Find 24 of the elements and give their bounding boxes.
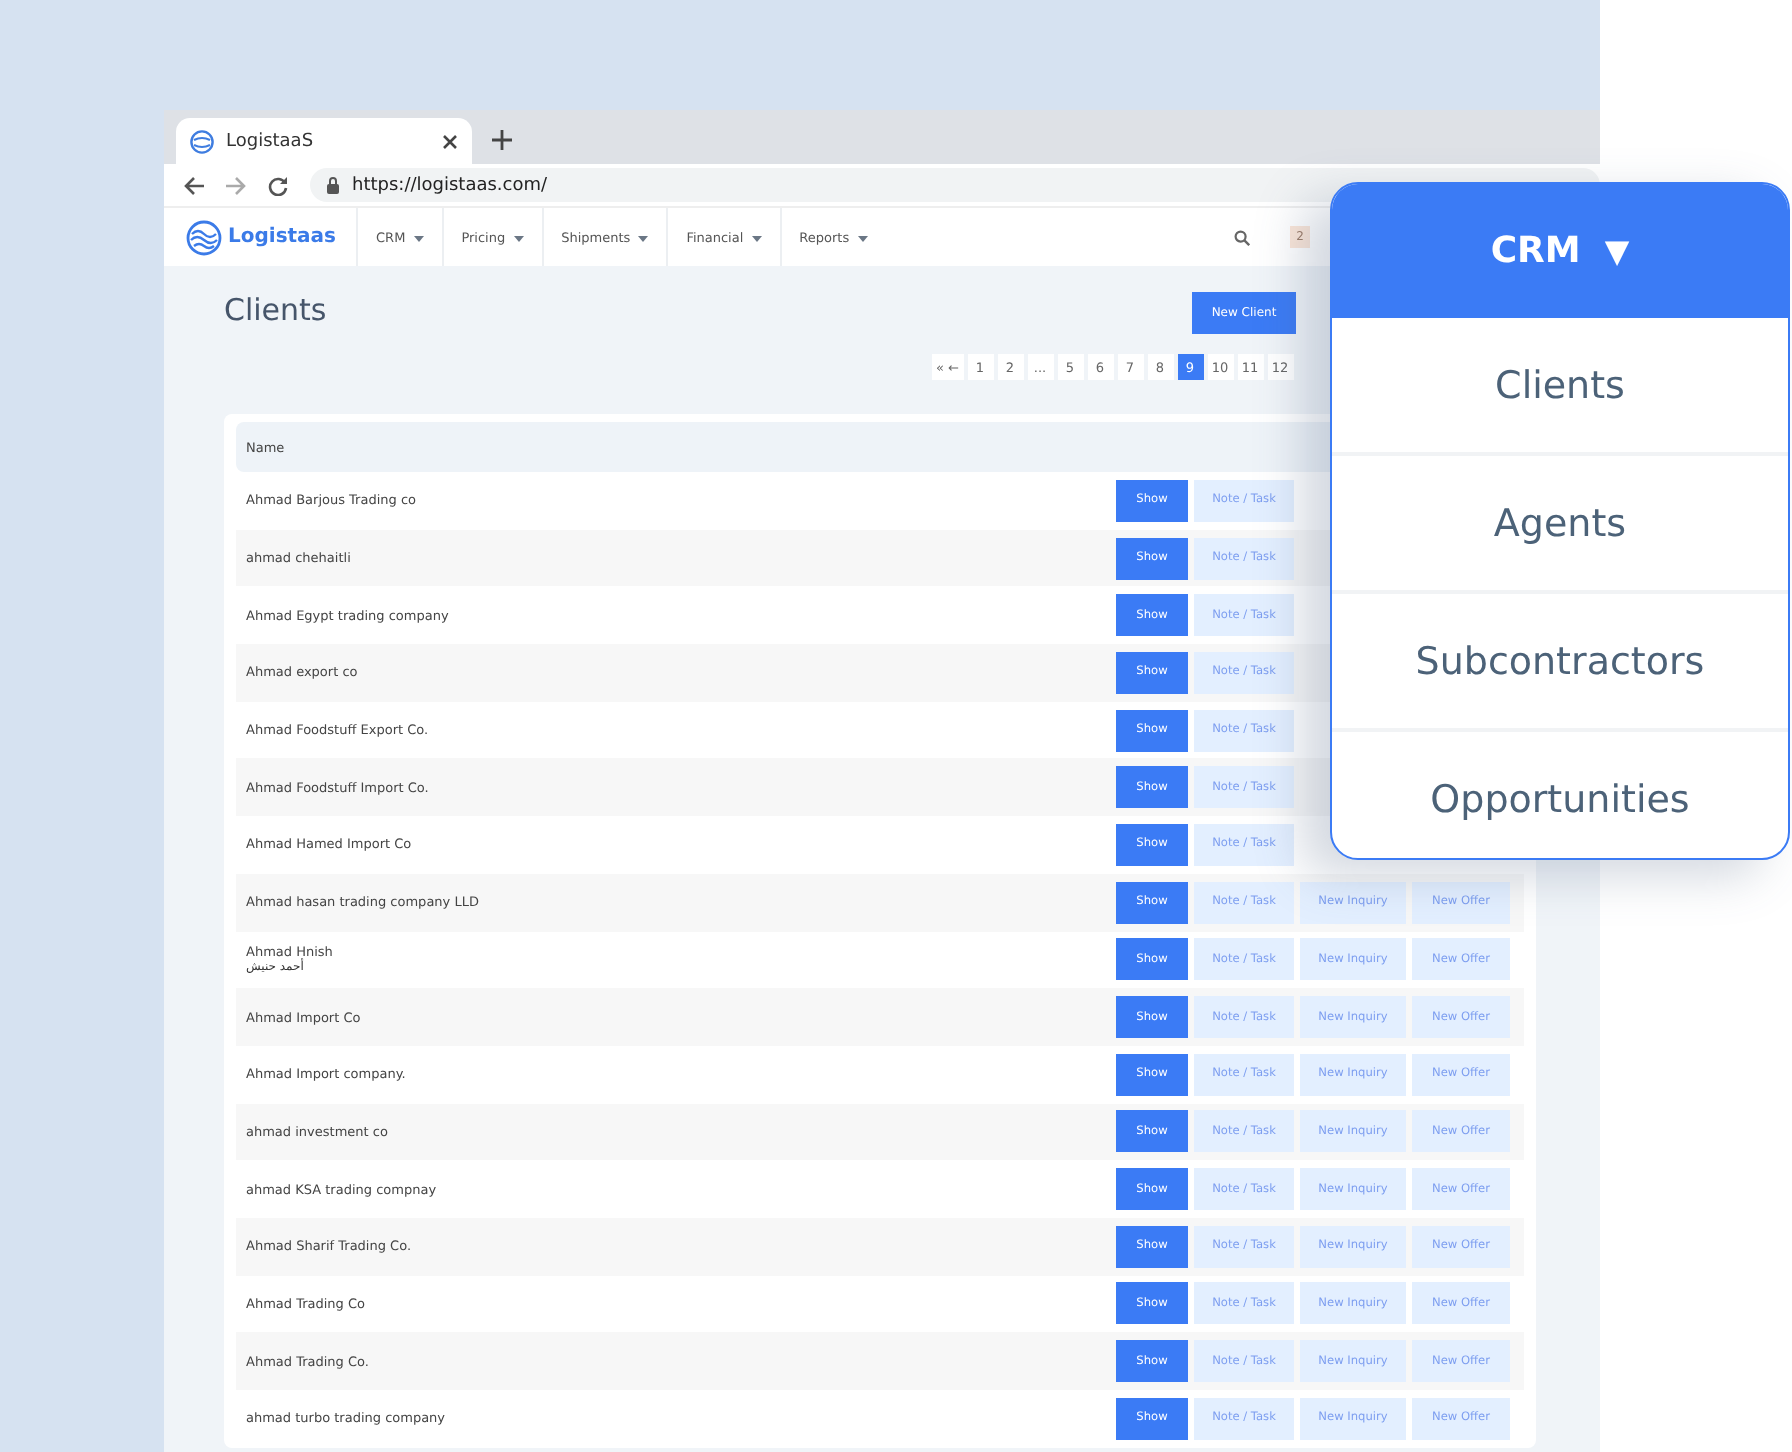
page-title: Clients: [224, 292, 327, 328]
menu-item[interactable]: Clients: [1332, 318, 1788, 456]
caret-icon: ▼: [1604, 232, 1630, 270]
brand-name: Logistaas: [228, 226, 337, 248]
url-text: https://logistaas.com/: [352, 175, 548, 195]
logo-icon: [186, 219, 222, 255]
caret-icon: [413, 233, 424, 241]
plus-icon[interactable]: [492, 130, 512, 150]
caret-icon: [638, 233, 649, 241]
globe-icon: [190, 129, 214, 153]
reload-icon[interactable]: [268, 175, 288, 195]
search-icon[interactable]: [1234, 229, 1251, 245]
dropdown-header[interactable]: CRM ▼: [1332, 184, 1788, 318]
tab-title: LogistaaS: [226, 131, 316, 151]
lock-icon: [326, 176, 340, 194]
close-icon[interactable]: [442, 133, 458, 149]
browser-tab[interactable]: LogistaaS: [176, 118, 472, 164]
caret-icon: [857, 233, 868, 241]
menu-item[interactable]: Agents: [1332, 456, 1788, 594]
menu-item[interactable]: Opportunities: [1332, 732, 1788, 858]
menu-item[interactable]: Subcontractors: [1332, 594, 1788, 732]
caret-icon: [513, 233, 524, 241]
caret-icon: [751, 233, 762, 241]
back-arrow-icon[interactable]: [184, 175, 204, 195]
